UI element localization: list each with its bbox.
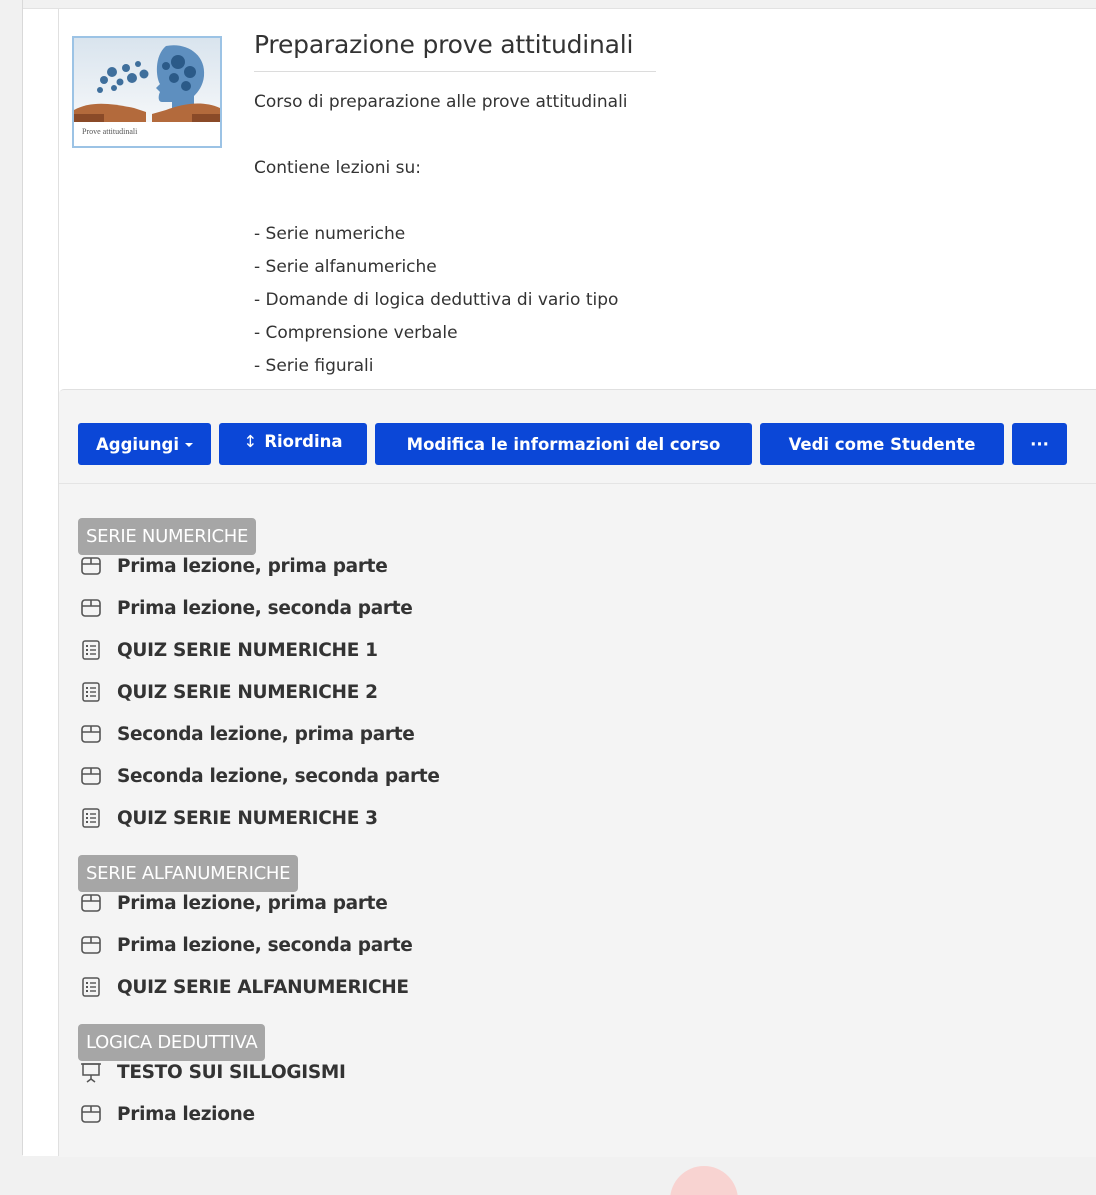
list-item-label: QUIZ SERIE NUMERICHE 2 xyxy=(117,681,378,703)
lesson-icon xyxy=(80,892,102,914)
course-panel: Prove attitudinali Preparazione prove at… xyxy=(23,8,1096,1195)
list-item-label: Prima lezione, seconda parte xyxy=(117,597,413,619)
list-item-label: Seconda lezione, prima parte xyxy=(117,723,415,745)
lesson-icon xyxy=(80,555,102,577)
description-line: - Serie alfanumeriche xyxy=(254,257,437,277)
up-down-arrow-icon: ↕ xyxy=(243,432,258,451)
list-item[interactable]: Seconda lezione, prima parte xyxy=(80,719,415,749)
course-description: Corso di preparazione alle prove attitud… xyxy=(254,86,854,383)
quiz-icon xyxy=(80,639,102,661)
list-item[interactable]: QUIZ SERIE NUMERICHE 3 xyxy=(80,803,378,833)
list-item-label: Prima lezione xyxy=(117,1103,255,1125)
list-item-label: Prima lezione, prima parte xyxy=(117,892,388,914)
course-title: Preparazione prove attitudinali xyxy=(254,30,634,59)
description-line: - Comprensione verbale xyxy=(254,323,458,343)
list-item[interactable]: QUIZ SERIE NUMERICHE 1 xyxy=(80,635,378,665)
list-item[interactable]: Prima lezione, prima parte xyxy=(80,551,388,581)
list-item-label: Seconda lezione, seconda parte xyxy=(117,765,440,787)
list-item[interactable]: Prima lezione, seconda parte xyxy=(80,593,413,623)
quiz-icon xyxy=(80,976,102,998)
list-item-label: QUIZ SERIE ALFANUMERICHE xyxy=(117,976,409,998)
description-line xyxy=(254,119,854,152)
quiz-icon xyxy=(80,681,102,703)
description-line: Contiene lezioni su: xyxy=(254,158,422,178)
view-as-student-label: Vedi come Studente xyxy=(788,434,976,454)
list-item-label: Prima lezione, seconda parte xyxy=(117,934,413,956)
list-item-label: TESTO SUI SILLOGISMI xyxy=(117,1061,346,1083)
description-line xyxy=(254,185,854,218)
view-as-student-button[interactable]: Vedi come Studente xyxy=(760,423,1004,465)
lesson-icon xyxy=(80,597,102,619)
lesson-icon xyxy=(80,1103,102,1125)
presentation-icon xyxy=(80,1061,102,1083)
quiz-icon xyxy=(80,807,102,829)
thumbnail-caption: Prove attitudinali xyxy=(82,127,138,136)
lesson-icon xyxy=(80,934,102,956)
description-line: - Domande di logica deduttiva di vario t… xyxy=(254,290,619,310)
add-button-label: Aggiungi xyxy=(95,434,179,454)
list-item-label: QUIZ SERIE NUMERICHE 3 xyxy=(117,807,378,829)
list-item[interactable]: QUIZ SERIE NUMERICHE 2 xyxy=(80,677,378,707)
course-thumbnail[interactable]: Prove attitudinali xyxy=(72,36,222,148)
course-content-area: Aggiungi ↕ Riordina Modifica le informaz… xyxy=(59,389,1096,1195)
edit-course-info-label: Modifica le informazioni del corso xyxy=(406,434,721,454)
list-item-label: QUIZ SERIE NUMERICHE 1 xyxy=(117,639,378,661)
list-item[interactable]: Prima lezione, seconda parte xyxy=(80,930,413,960)
add-button[interactable]: Aggiungi xyxy=(78,423,211,465)
lesson-icon xyxy=(80,723,102,745)
list-item[interactable]: Seconda lezione, seconda parte xyxy=(80,761,440,791)
reorder-button[interactable]: ↕ Riordina xyxy=(219,423,367,465)
section-title[interactable]: LOGICA DEDUTTIVA xyxy=(78,1024,266,1061)
title-divider xyxy=(254,71,656,72)
list-item[interactable]: Prima lezione, prima parte xyxy=(80,888,388,918)
edit-course-info-button[interactable]: Modifica le informazioni del corso xyxy=(375,423,752,465)
list-item[interactable]: TESTO SUI SILLOGISMI xyxy=(80,1057,346,1087)
reorder-button-label: Riordina xyxy=(264,432,343,451)
toolbar-divider xyxy=(59,483,1096,484)
description-line: Corso di preparazione alle prove attitud… xyxy=(254,92,628,112)
list-item[interactable]: Prima lezione xyxy=(80,1099,255,1129)
more-icon: ··· xyxy=(1030,434,1049,454)
lesson-icon xyxy=(80,765,102,787)
section-title[interactable]: SERIE NUMERICHE xyxy=(78,518,257,555)
partial-red-badge xyxy=(670,1166,738,1195)
description-line: - Serie numeriche xyxy=(254,224,406,244)
description-line: - Serie figurali xyxy=(254,356,374,376)
head-gears-image xyxy=(74,38,220,122)
more-options-button[interactable]: ··· xyxy=(1012,423,1067,465)
left-rail xyxy=(0,0,23,1155)
caret-down-icon xyxy=(185,443,193,447)
list-item-label: Prima lezione, prima parte xyxy=(117,555,388,577)
list-item[interactable]: QUIZ SERIE ALFANUMERICHE xyxy=(80,972,409,1002)
section-title[interactable]: SERIE ALFANUMERICHE xyxy=(78,855,299,892)
